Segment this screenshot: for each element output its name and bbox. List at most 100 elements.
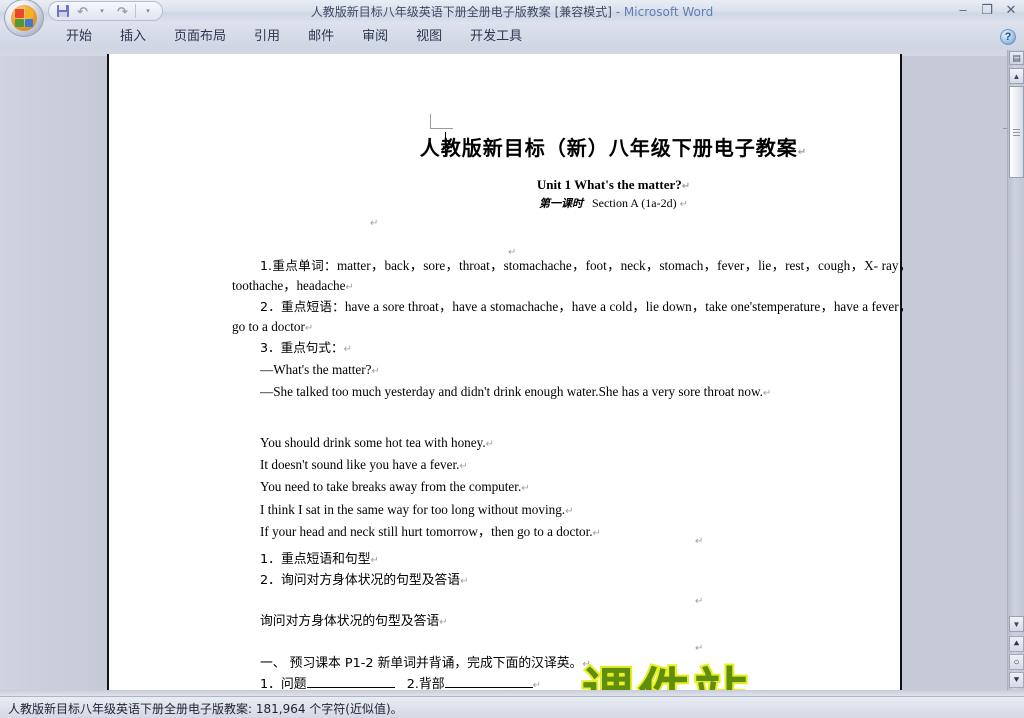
document-workspace: 人教版新目标（新）八年级下册电子教案↵ Unit 1 What's the ma… xyxy=(0,50,1024,696)
period-heading-en: Section A (1a-2d) xyxy=(591,196,677,210)
model-sentence: It doesn't sound like you have a fever.↵ xyxy=(232,455,912,477)
key-sentences-label: 3．重点句式： xyxy=(260,340,344,356)
close-button[interactable]: ✕ xyxy=(1002,1,1020,17)
key-sentence-answer-line1: —She talked too much yesterday and didn'… xyxy=(260,383,735,399)
undo-icon: ↶ xyxy=(77,3,88,19)
teaching-point-text: 2．询问对方身体状况的句型及答语 xyxy=(260,572,461,588)
paragraph-mark: ↵ xyxy=(565,505,574,517)
tab-review[interactable]: 审阅 xyxy=(348,25,402,49)
restore-button[interactable]: ❐ xyxy=(978,1,996,17)
paragraph-mark: ↵ xyxy=(345,281,354,293)
model-sentence-text: If your head and neck still hurt tomorro… xyxy=(260,523,593,539)
restated-point-block: 询问对方身体状况的句型及答语↵ xyxy=(232,612,912,633)
browse-next-button[interactable]: ⯆ xyxy=(1009,672,1024,688)
paragraph-mark: ↵ xyxy=(459,461,468,473)
paragraph-mark: ↵ xyxy=(695,643,704,654)
document-body: 人教版新目标（新）八年级下册电子教案↵ Unit 1 What's the ma… xyxy=(218,58,1024,696)
save-icon xyxy=(56,5,69,17)
period-heading-cn: 第一课时 xyxy=(538,197,583,210)
scroll-down-button[interactable]: ▼ xyxy=(1009,616,1024,632)
select-browse-object-button[interactable]: ○ xyxy=(1009,654,1024,670)
chevron-down-icon: ▾ xyxy=(100,7,104,15)
browse-previous-button[interactable]: ⯅ xyxy=(1009,636,1024,652)
scroll-up-button[interactable]: ▲ xyxy=(1009,68,1024,84)
unit-heading: Unit 1 What's the matter?↵ xyxy=(218,177,1009,193)
model-sentence: I think I sat in the same way for too lo… xyxy=(232,500,912,522)
office-logo-icon xyxy=(11,5,37,31)
help-icon[interactable]: ? xyxy=(1000,29,1016,45)
split-window-button[interactable]: ▤ xyxy=(1009,51,1024,65)
title-bar: ↶ ▾ ↷ ▾ 人教版新目标八年级英语下册全册电子版教案 [兼容模式] - Mi… xyxy=(0,0,1024,37)
paragraph-mark: ↵ xyxy=(681,181,691,192)
document-heading-title: 人教版新目标（新）八年级下册电子教案↵ xyxy=(218,132,1009,161)
paragraph-mark: ↵ xyxy=(304,322,314,334)
tab-references[interactable]: 引用 xyxy=(240,25,294,49)
key-sentence-answer: —She talked too much yesterday and didn'… xyxy=(232,382,912,404)
ribbon-tabs: 开始 插入 页面布局 引用 邮件 审阅 视图 开发工具 xyxy=(52,24,536,50)
tab-insert[interactable]: 插入 xyxy=(106,25,160,49)
key-sentence-question-text: —What's the matter? xyxy=(260,361,372,377)
paragraph-mark: ↵ xyxy=(439,617,448,628)
chevron-down-icon: ▾ xyxy=(146,7,150,15)
exercise-heading-text: 一、 预习课本 P1-2 新单词并背诵，完成下面的汉译英。 xyxy=(260,656,583,671)
paragraph-mark: ↵ xyxy=(370,218,379,229)
scrollbar-thumb[interactable] xyxy=(1009,86,1024,178)
key-words-paragraph: 1.重点单词：matter，back，sore，throat，stomachac… xyxy=(232,256,912,297)
teaching-points-block: 1．重点短语和句型↵ 2．询问对方身体状况的句型及答语↵ xyxy=(232,550,912,591)
key-phrases-paragraph: 2．重点短语：have a sore throat，have a stomach… xyxy=(232,297,912,338)
tab-home[interactable]: 开始 xyxy=(52,25,106,49)
teaching-point-text: 1．重点短语和句型 xyxy=(260,552,371,567)
window-title-app: - Microsoft Word xyxy=(611,5,714,19)
model-sentence-text: It doesn't sound like you have a fever. xyxy=(260,457,460,473)
teaching-point: 2．询问对方身体状况的句型及答语↵ xyxy=(232,571,912,592)
key-sentence-answer-line2: now. xyxy=(737,383,763,399)
paragraph-mark: ↵ xyxy=(371,365,380,377)
tab-page-layout[interactable]: 页面布局 xyxy=(160,25,240,49)
key-sentences-label-paragraph: 3．重点句式：↵ xyxy=(232,338,912,360)
key-points-block: 1.重点单词：matter，back，sore，throat，stomachac… xyxy=(232,256,912,403)
tab-developer[interactable]: 开发工具 xyxy=(456,25,536,49)
restated-point-text: 询问对方身体状况的句型及答语 xyxy=(260,614,440,629)
paragraph-mark: ↵ xyxy=(695,596,704,607)
unit-heading-text: Unit 1 What's the matter? xyxy=(536,177,682,192)
status-bar: 人教版新目标八年级英语下册全册电子版教案: 181,964 个字符(近似值)。 xyxy=(0,696,1024,718)
period-heading: 第一课时 Section A (1a-2d) ↵ xyxy=(218,195,1009,211)
redo-button[interactable]: ↷ xyxy=(113,3,132,20)
tab-view[interactable]: 视图 xyxy=(402,25,456,49)
paragraph-mark: ↵ xyxy=(582,659,591,670)
office-button[interactable] xyxy=(4,0,44,37)
paragraph-mark: ↵ xyxy=(343,344,352,356)
quick-access-toolbar: ↶ ▾ ↷ ▾ xyxy=(48,1,163,21)
key-sentence-question: —What's the matter?↵ xyxy=(232,360,912,382)
paragraph-mark: ↵ xyxy=(695,536,704,547)
model-sentence-text: I think I sat in the same way for too lo… xyxy=(260,501,566,517)
save-button[interactable] xyxy=(53,3,72,20)
model-sentences-block: You should drink some hot tea with honey… xyxy=(232,433,912,544)
tab-mailings[interactable]: 邮件 xyxy=(294,25,348,49)
model-sentence-text: You need to take breaks away from the co… xyxy=(260,479,522,495)
undo-button[interactable]: ↶ xyxy=(73,3,92,20)
paragraph-mark: ↵ xyxy=(679,199,689,210)
toolbar-divider xyxy=(135,4,136,18)
scrollbar-grip-icon xyxy=(1013,127,1020,138)
minimize-button[interactable]: – xyxy=(954,1,972,17)
answer-blank[interactable] xyxy=(306,687,395,689)
window-controls: – ❐ ✕ xyxy=(954,1,1020,17)
paragraph-mark: ↵ xyxy=(521,483,530,495)
document-page[interactable]: 人教版新目标（新）八年级下册电子教案↵ Unit 1 What's the ma… xyxy=(109,54,1024,696)
redo-icon: ↷ xyxy=(117,3,128,19)
vertical-scrollbar[interactable]: ▤ ▲ ▼ ⯅ ○ ⯆ xyxy=(1007,50,1024,696)
answer-blank[interactable] xyxy=(444,687,533,689)
customize-quick-access-button[interactable]: ▾ xyxy=(139,3,158,20)
paragraph-mark: ↵ xyxy=(370,555,379,566)
paragraph-mark: ↵ xyxy=(762,387,772,399)
model-sentence: You should drink some hot tea with honey… xyxy=(232,433,912,455)
undo-dropdown-button[interactable]: ▾ xyxy=(93,3,112,20)
key-phrases-label: 2．重点短语： xyxy=(260,299,345,315)
heading-title-text: 人教版新目标（新）八年级下册电子教案 xyxy=(419,136,798,160)
exercise-heading: 一、 预习课本 P1-2 新单词并背诵，完成下面的汉译英。↵ xyxy=(232,654,912,675)
teaching-point: 1．重点短语和句型↵ xyxy=(232,550,912,571)
window-title-document: 人教版新目标八年级英语下册全册电子版教案 [兼容模式] xyxy=(310,5,612,19)
paragraph-mark: ↵ xyxy=(460,575,469,587)
paragraph-mark: ↵ xyxy=(485,439,495,450)
